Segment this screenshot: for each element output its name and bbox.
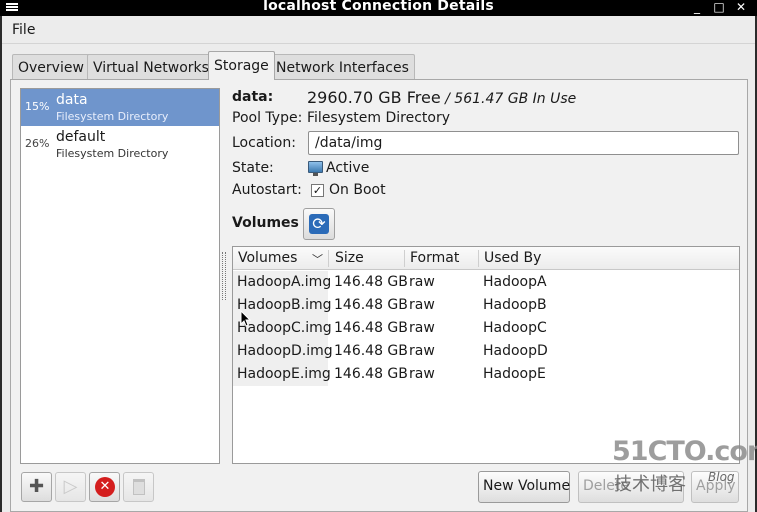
pool-item-data[interactable]: 15% data Filesystem Directory xyxy=(21,89,219,126)
tab-network-interfaces[interactable]: Network Interfaces xyxy=(270,54,415,79)
connection-details-window: File Overview Virtual Networks Storage N… xyxy=(2,16,755,512)
column-header-volumes[interactable]: Volumes xyxy=(238,250,297,266)
table-row[interactable]: HadoopC.img 146.48 GB raw HadoopC xyxy=(233,317,739,340)
delete-volume-button[interactable]: Delete xyxy=(578,471,684,503)
chevron-down-icon: ﹀ xyxy=(312,253,323,266)
new-volume-button[interactable]: New Volume xyxy=(478,471,570,503)
column-divider xyxy=(404,250,405,267)
plus-icon: ✚ xyxy=(28,476,45,497)
volume-used-by: HadoopA xyxy=(483,274,547,290)
volume-format: raw xyxy=(409,297,435,313)
volume-size: 146.48 GB xyxy=(334,297,408,313)
volume-size: 146.48 GB xyxy=(334,320,408,336)
volume-format: raw xyxy=(409,274,435,290)
state-monitor-icon xyxy=(308,161,323,176)
volumes-table: Volumes ﹀ Size Format Used By HadoopA.im… xyxy=(232,246,740,464)
table-row[interactable]: HadoopB.img 146.48 GB raw HadoopB xyxy=(233,294,739,317)
start-pool-button[interactable]: ▷ xyxy=(55,472,86,502)
pool-type-value: Filesystem Directory xyxy=(307,110,451,126)
column-header-format[interactable]: Format xyxy=(410,250,459,266)
volume-used-by: HadoopE xyxy=(483,366,546,382)
volume-size: 146.48 GB xyxy=(334,274,408,290)
tab-storage[interactable]: Storage xyxy=(208,51,275,80)
table-row[interactable]: HadoopA.img 146.48 GB raw HadoopA xyxy=(233,271,739,294)
table-row[interactable]: HadoopD.img 146.48 GB raw HadoopD xyxy=(233,340,739,363)
location-field[interactable]: /data/img xyxy=(308,131,739,155)
pool-free: 2960.70 GB Free xyxy=(307,88,441,107)
table-header: Volumes ﹀ Size Format Used By xyxy=(233,247,739,270)
pool-usage-percent: 26% xyxy=(25,137,50,150)
autostart-value[interactable]: On Boot xyxy=(329,182,386,198)
tab-virtual-networks[interactable]: Virtual Networks xyxy=(87,54,215,79)
volume-format: raw xyxy=(409,366,435,382)
pool-in-use: / 561.47 GB In Use xyxy=(440,91,577,107)
volume-name: HadoopA.img xyxy=(233,271,331,294)
pool-name: data xyxy=(56,92,88,108)
play-icon: ▷ xyxy=(63,476,78,497)
volume-used-by: HadoopC xyxy=(483,320,547,336)
volume-format: raw xyxy=(409,343,435,359)
menubar: File xyxy=(2,16,755,44)
pool-usage-percent: 15% xyxy=(25,100,50,113)
pool-type: Filesystem Directory xyxy=(56,147,169,160)
trash-icon xyxy=(133,479,145,495)
column-divider xyxy=(328,250,329,267)
window-title: localhost Connection Details xyxy=(263,0,494,14)
pool-type-label: Pool Type: xyxy=(232,110,303,126)
column-header-size[interactable]: Size xyxy=(335,250,364,266)
volume-used-by: HadoopD xyxy=(483,343,548,359)
apply-button[interactable]: Apply xyxy=(691,471,739,503)
autostart-checkbox[interactable]: ✓ xyxy=(311,184,324,197)
pool-type: Filesystem Directory xyxy=(56,110,169,123)
window-titlebar: localhost Connection Details _ □ ✕ xyxy=(0,0,757,16)
delete-pool-button[interactable] xyxy=(123,472,154,502)
stop-pool-button[interactable]: ✕ xyxy=(89,472,120,502)
column-header-used-by[interactable]: Used By xyxy=(484,250,541,266)
pool-list: 15% data Filesystem Directory 26% defaul… xyxy=(20,88,220,464)
location-label: Location: xyxy=(232,135,296,151)
add-pool-button[interactable]: ✚ xyxy=(21,472,52,502)
storage-panel: 15% data Filesystem Directory 26% defaul… xyxy=(10,79,748,512)
mouse-cursor-icon xyxy=(240,310,252,327)
volume-name: HadoopE.img xyxy=(233,363,331,386)
autostart-label: Autostart: xyxy=(232,182,302,198)
volumes-heading: Volumes xyxy=(232,215,299,231)
volume-name: HadoopD.img xyxy=(233,340,333,363)
table-row[interactable]: HadoopE.img 146.48 GB raw HadoopE xyxy=(233,363,739,386)
maximize-icon[interactable]: □ xyxy=(712,0,726,15)
pool-name: default xyxy=(56,129,106,145)
volume-format: raw xyxy=(409,320,435,336)
volume-used-by: HadoopB xyxy=(483,297,547,313)
minimize-icon[interactable]: _ xyxy=(690,0,704,15)
pool-item-default[interactable]: 26% default Filesystem Directory xyxy=(21,126,219,163)
menu-file[interactable]: File xyxy=(12,22,35,38)
pool-capacity: 2960.70 GB Free / 561.47 GB In Use xyxy=(307,88,576,107)
volume-size: 146.48 GB xyxy=(334,366,408,382)
refresh-volumes-button[interactable]: ⟳ xyxy=(303,208,335,240)
state-value: Active xyxy=(326,160,370,176)
volume-size: 146.48 GB xyxy=(334,343,408,359)
refresh-icon: ⟳ xyxy=(309,214,329,234)
tab-overview[interactable]: Overview xyxy=(12,54,90,79)
stop-icon: ✕ xyxy=(95,477,115,497)
state-label: State: xyxy=(232,160,274,176)
close-icon[interactable]: ✕ xyxy=(734,0,748,15)
pane-resize-handle[interactable] xyxy=(222,252,226,300)
pool-detail-name: data: xyxy=(232,89,274,105)
column-divider xyxy=(478,250,479,267)
